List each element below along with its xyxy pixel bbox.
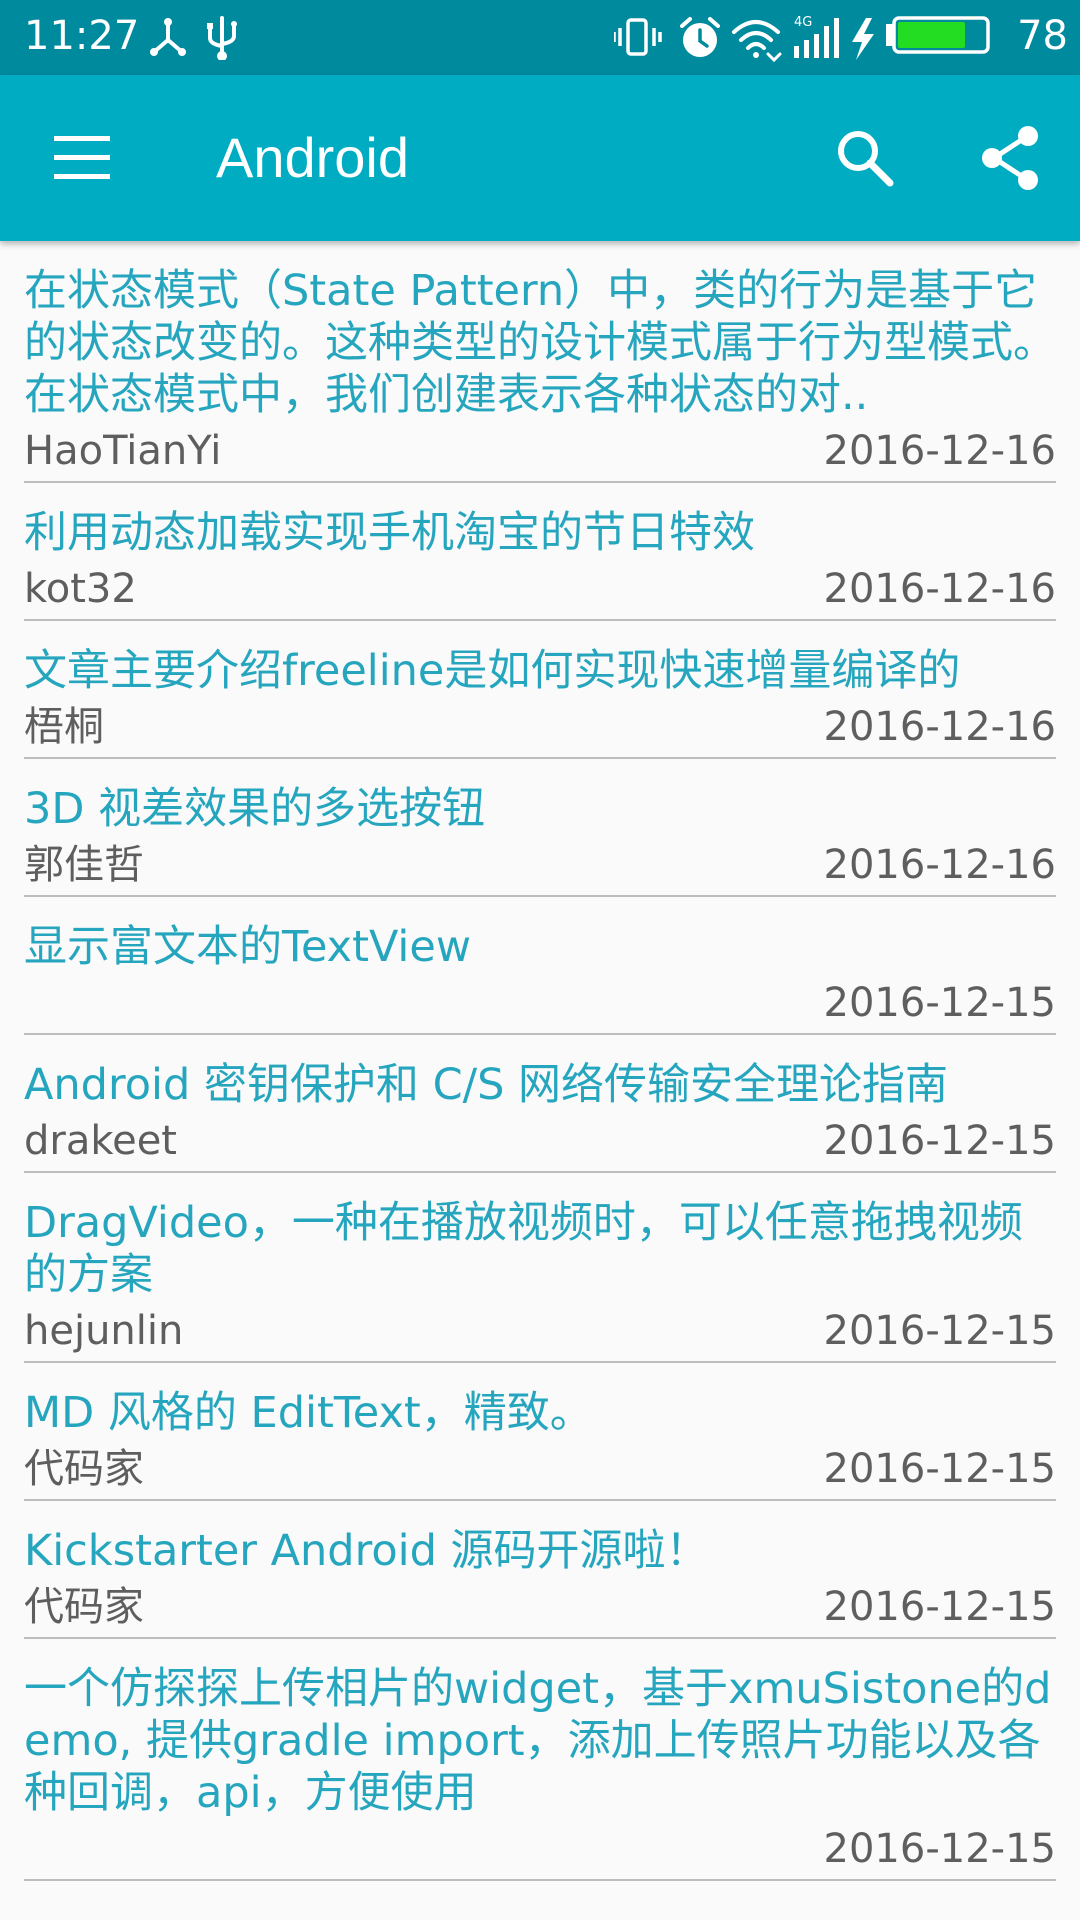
list-item[interactable]: 利用动态加载实现手机淘宝的节日特效 kot32 2016-12-16 <box>24 483 1056 621</box>
article-date: 2016-12-15 <box>823 1826 1056 1872</box>
menu-button[interactable] <box>50 130 114 186</box>
article-title: MD 风格的 EditText，精致。 <box>24 1388 593 1438</box>
svg-text:4G: 4G <box>794 15 812 30</box>
list-item[interactable]: 在状态模式（State Pattern）中，类的行为是基于它的状态改变的。这种类… <box>24 241 1056 483</box>
article-date: 2016-12-15 <box>823 1446 1056 1492</box>
article-date: 2016-12-15 <box>823 1308 1056 1354</box>
search-button[interactable] <box>830 123 900 193</box>
article-author: drakeet <box>24 1118 177 1164</box>
article-author: 代码家 <box>24 1584 144 1630</box>
list-item[interactable]: 3D 视差效果的多选按钮 郭佳哲 2016-12-16 <box>24 759 1056 897</box>
article-meta: drakeet 2016-12-15 <box>24 1111 1056 1171</box>
article-title: 一个仿探探上传相片的widget，基于xmuSistone的demo, 提供gr… <box>24 1664 1052 1818</box>
status-left-icons <box>146 14 256 60</box>
article-date: 2016-12-16 <box>823 428 1056 474</box>
article-author: 郭佳哲 <box>24 842 144 888</box>
list-item[interactable]: 一个仿探探上传相片的widget，基于xmuSistone的demo, 提供gr… <box>24 1639 1056 1881</box>
list-item[interactable]: DragVideo，一种在播放视频时，可以任意拖拽视频的方案 hejunlin … <box>24 1173 1056 1363</box>
article-meta: 代码家 2016-12-15 <box>24 1577 1056 1637</box>
article-title: Android 密钥保护和 C/S 网络传输安全理论指南 <box>24 1060 949 1110</box>
article-author: kot32 <box>24 566 137 612</box>
article-date: 2016-12-15 <box>823 980 1056 1026</box>
article-title: 3D 视差效果的多选按钮 <box>24 784 486 834</box>
article-date: 2016-12-16 <box>823 704 1056 750</box>
article-author: 梧桐 <box>24 704 104 750</box>
page-title: Android <box>216 126 410 189</box>
article-date: 2016-12-16 <box>823 566 1056 612</box>
article-meta: HaoTianYi 2016-12-16 <box>24 421 1056 481</box>
article-title: 利用动态加载实现手机淘宝的节日特效 <box>24 508 755 558</box>
status-time: 11:27 <box>24 13 140 59</box>
usb-icon <box>207 16 237 60</box>
article-date: 2016-12-15 <box>823 1118 1056 1164</box>
app-bar: Android <box>0 75 1080 241</box>
list-item[interactable]: 文章主要介绍freeline是如何实现快速增量编译的 梧桐 2016-12-16 <box>24 621 1056 759</box>
article-title: DragVideo，一种在播放视频时，可以任意拖拽视频的方案 <box>24 1198 1023 1300</box>
search-icon <box>838 131 894 187</box>
article-meta: hejunlin 2016-12-15 <box>24 1301 1056 1361</box>
share-button[interactable] <box>976 123 1046 193</box>
article-meta: 代码家 2016-12-15 <box>24 1439 1056 1499</box>
share-icon <box>982 126 1038 190</box>
article-title: 文章主要介绍freeline是如何实现快速增量编译的 <box>24 646 961 696</box>
signal-4g-icon: 4G <box>794 15 839 58</box>
status-bar: 11:27 4G 78 <box>0 0 1080 75</box>
article-list[interactable]: 在状态模式（State Pattern）中，类的行为是基于它的状态改变的。这种类… <box>0 241 1080 1920</box>
article-author: HaoTianYi <box>24 428 222 474</box>
list-item[interactable]: 显示富文本的TextView 2016-12-15 <box>24 897 1056 1035</box>
charging-icon <box>852 18 874 60</box>
article-date: 2016-12-16 <box>823 842 1056 888</box>
list-item[interactable]: Kickstarter Android 源码开源啦！ 代码家 2016-12-1… <box>24 1501 1056 1639</box>
article-author: hejunlin <box>24 1308 184 1354</box>
alarm-icon <box>680 17 720 57</box>
article-meta: 2016-12-15 <box>24 973 1056 1033</box>
wifi-icon <box>732 20 782 63</box>
vibrate-icon <box>614 18 662 56</box>
article-meta: 郭佳哲 2016-12-16 <box>24 835 1056 895</box>
article-meta: kot32 2016-12-16 <box>24 559 1056 619</box>
article-author: 代码家 <box>24 1446 144 1492</box>
article-meta: 梧桐 2016-12-16 <box>24 697 1056 757</box>
battery-percent: 78 <box>1017 13 1068 59</box>
list-item[interactable]: Android 密钥保护和 C/S 网络传输安全理论指南 drakeet 201… <box>24 1035 1056 1173</box>
menu-icon <box>54 136 110 179</box>
list-item[interactable]: MD 风格的 EditText，精致。 代码家 2016-12-15 <box>24 1363 1056 1501</box>
battery-icon <box>886 16 990 54</box>
article-meta: 2016-12-15 <box>24 1819 1056 1879</box>
article-title: Kickstarter Android 源码开源啦！ <box>24 1526 709 1576</box>
network-share-icon <box>150 18 186 56</box>
article-date: 2016-12-15 <box>823 1584 1056 1630</box>
article-title: 在状态模式（State Pattern）中，类的行为是基于它的状态改变的。这种类… <box>24 266 1056 420</box>
article-title: 显示富文本的TextView <box>24 922 472 972</box>
